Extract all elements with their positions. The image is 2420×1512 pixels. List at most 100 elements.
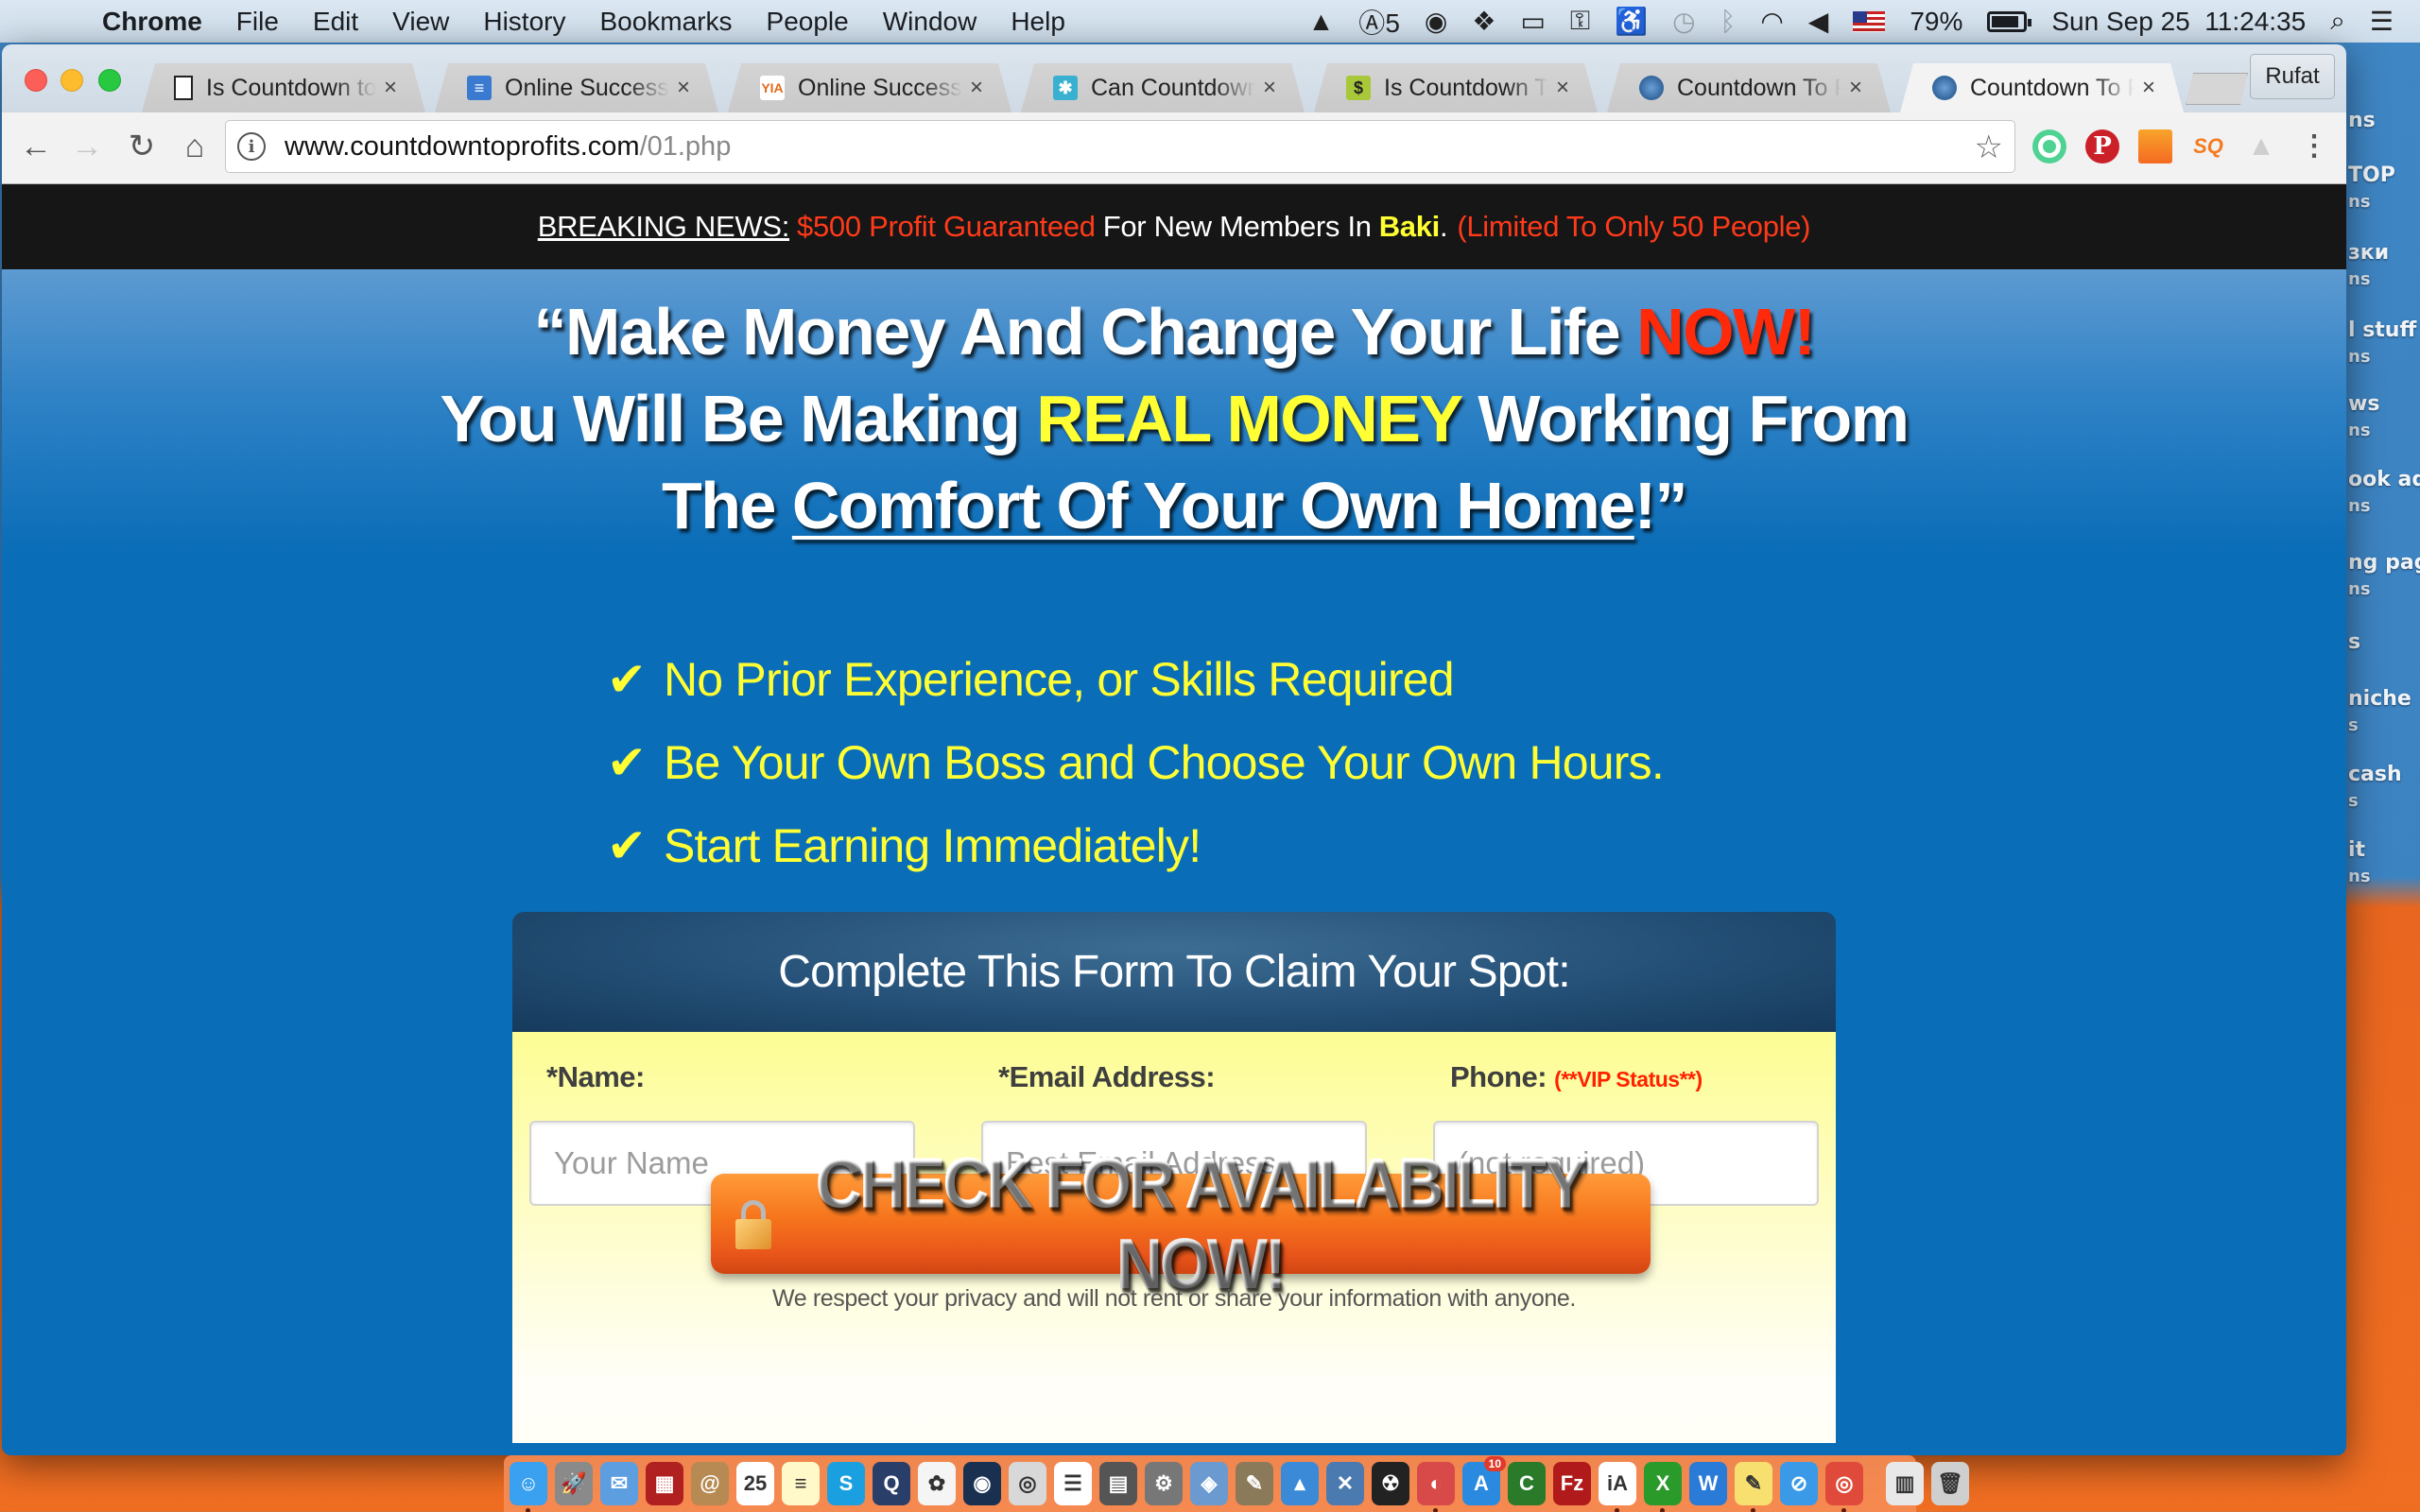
menu-view[interactable]: View (392, 7, 449, 37)
tab-4[interactable]: ✱ Can Countdown to× (1021, 63, 1305, 112)
grammarly-icon[interactable]: ◉ (1425, 6, 1447, 37)
tab-1[interactable]: Is Countdown to Profits× (142, 63, 425, 112)
menu-people[interactable]: People (767, 7, 849, 37)
dock-keynote-icon[interactable]: ▴ (1281, 1462, 1319, 1505)
dock-gimp-icon[interactable]: ✎ (1236, 1462, 1273, 1505)
dock-excel-icon[interactable]: X (1644, 1462, 1682, 1512)
google-drive-icon[interactable]: ▲ (1308, 7, 1335, 37)
dock-finder-icon[interactable]: ☺ (510, 1462, 547, 1512)
dock-notes-icon[interactable]: ≡ (782, 1462, 820, 1505)
dock-stickies-icon[interactable]: ✎ (1735, 1462, 1772, 1512)
google-drive-extension-icon[interactable]: ▲ (2244, 129, 2278, 163)
dock-filezilla-icon[interactable]: Fz (1553, 1462, 1591, 1505)
address-bar[interactable]: i www.countdowntoprofits.com/01.php ☆ (225, 120, 2015, 173)
volume-icon[interactable]: ◀ (1808, 6, 1829, 37)
dock-trash-icon[interactable]: 🗑 (1931, 1462, 1969, 1505)
tab-2[interactable]: ≡ Online Success Plan× (435, 63, 718, 112)
adobe-icon[interactable]: Ⓐ5 (1358, 3, 1400, 41)
menu-chrome[interactable]: Chrome (102, 7, 202, 37)
dock-safari-icon[interactable]: ⊘ (1780, 1462, 1818, 1505)
menu-file[interactable]: File (236, 7, 279, 37)
close-window-button[interactable] (25, 69, 47, 92)
site-info-icon[interactable]: i (237, 132, 266, 161)
dock-camtasia-icon[interactable]: C (1508, 1462, 1546, 1505)
tab-close-icon[interactable]: × (1841, 75, 1870, 101)
notification-center-icon[interactable]: ☰ (2370, 6, 2394, 37)
menu-bookmarks[interactable]: Bookmarks (599, 7, 732, 37)
tab-close-icon[interactable]: × (669, 75, 698, 101)
battery-icon[interactable] (1987, 10, 2032, 32)
dock-photos-icon[interactable]: ✿ (918, 1462, 956, 1505)
menu-history[interactable]: History (483, 7, 565, 37)
sq-extension-icon[interactable]: SQ (2191, 129, 2225, 163)
spotlight-search-icon[interactable]: ⌕ (2330, 6, 2345, 37)
dock-ia-writer-icon[interactable]: iA (1599, 1462, 1636, 1512)
dropbox-icon[interactable]: ❖ (1472, 6, 1495, 37)
desktop-item[interactable]: it (2348, 838, 2365, 862)
reload-button[interactable]: ↻ (123, 128, 161, 165)
dock-calendar-icon[interactable]: 25 (736, 1462, 774, 1505)
tab-close-icon[interactable]: × (1548, 75, 1577, 101)
desktop-item[interactable]: зки (2348, 241, 2389, 265)
vpn-lock-icon[interactable]: ⚿ (1570, 6, 1590, 37)
menu-window[interactable]: Window (883, 7, 977, 37)
zoom-window-button[interactable] (98, 69, 121, 92)
display-icon[interactable]: ▭ (1520, 6, 1545, 37)
bluetooth-icon[interactable]: ᛒ (1720, 7, 1737, 37)
dock-preview-icon[interactable]: ◈ (1190, 1462, 1228, 1505)
profile-button[interactable]: Rufat (2250, 54, 2335, 99)
tab-5[interactable]: $ Is Countdown To Profits× (1314, 63, 1598, 112)
menu-edit[interactable]: Edit (313, 7, 358, 37)
new-tab-button[interactable] (2186, 73, 2248, 105)
forward-button[interactable]: → (68, 128, 106, 165)
back-button[interactable]: ← (17, 128, 55, 165)
desktop-item[interactable]: s (2348, 630, 2360, 654)
wifi-icon[interactable]: ◠ (1760, 6, 1783, 37)
desktop-item[interactable]: ws (2348, 392, 2379, 416)
dock-system-preferences-icon[interactable]: ⚙ (1145, 1462, 1183, 1505)
dock-launchpad-icon[interactable]: 🚀 (555, 1462, 593, 1505)
tab-3[interactable]: YIA Online Success Plan× (728, 63, 1011, 112)
dock-calculator-icon[interactable]: ▤ (1099, 1462, 1137, 1505)
home-button[interactable]: ⌂ (176, 128, 214, 165)
google-analytics-extension-icon[interactable] (2138, 129, 2172, 163)
tab-close-icon[interactable]: × (376, 75, 405, 101)
dock-chrome-icon[interactable]: ◎ (1825, 1462, 1863, 1512)
us-flag-icon[interactable] (1853, 10, 1886, 32)
tab-6[interactable]: Countdown To Profits × (1607, 63, 1891, 112)
dock-quicktime-icon[interactable]: Q (873, 1462, 910, 1505)
check-availability-button[interactable]: CHECK FOR AVAILABILITY NOW! (711, 1143, 1651, 1304)
dock-webcam-icon[interactable]: ◉ (963, 1462, 1001, 1505)
desktop-item[interactable]: ook ad (2348, 468, 2420, 491)
menu-help[interactable]: Help (1011, 7, 1065, 37)
tab-close-icon[interactable]: × (962, 75, 991, 101)
dock-reminders-icon[interactable]: ☰ (1054, 1462, 1092, 1505)
dock-xcode-icon[interactable]: ✕ (1326, 1462, 1364, 1505)
dock-mail-icon[interactable]: ✉ (600, 1462, 638, 1505)
tab-close-icon[interactable]: × (1255, 75, 1284, 101)
chrome-menu-icon[interactable]: ⋮ (2297, 129, 2331, 163)
desktop-item[interactable]: l stuff (2348, 318, 2416, 342)
time-machine-icon[interactable]: ◷ (1672, 6, 1695, 37)
dock-radiation-app-icon[interactable]: ☢ (1372, 1462, 1409, 1505)
minimize-window-button[interactable] (60, 69, 83, 92)
pinterest-extension-icon[interactable]: P (2085, 129, 2119, 163)
desktop-item[interactable]: TOP (2348, 163, 2395, 187)
desktop-item[interactable]: ng page (2348, 551, 2420, 575)
dock-contacts-icon[interactable]: @ (691, 1462, 729, 1505)
url-text[interactable]: www.countdowntoprofits.com/01.php (285, 131, 731, 163)
dock-word-icon[interactable]: W (1689, 1462, 1727, 1505)
accessibility-icon[interactable]: ♿ (1615, 6, 1648, 37)
dock-app-store-icon[interactable]: A 10 (1462, 1456, 1506, 1505)
desktop-item[interactable]: ns (2348, 109, 2376, 132)
dock-photo-app-icon[interactable]: ◐ (1417, 1462, 1455, 1512)
dock-downloads-stack-icon[interactable]: ▥ (1886, 1462, 1924, 1505)
dock-photo-booth-icon[interactable]: ▦ (646, 1462, 683, 1505)
dock-webcam-2-icon[interactable]: ◎ (1009, 1462, 1046, 1505)
tab-7[interactable]: Countdown To Profits × (1900, 63, 2184, 112)
bookmark-star-icon[interactable]: ☆ (1975, 129, 2003, 166)
clock[interactable]: Sun Sep 25 11:24:35 (2051, 7, 2306, 37)
desktop-item[interactable]: cash (2348, 763, 2402, 786)
tab-close-icon[interactable]: × (2135, 75, 2163, 101)
desktop-item[interactable]: niche (2348, 687, 2411, 711)
